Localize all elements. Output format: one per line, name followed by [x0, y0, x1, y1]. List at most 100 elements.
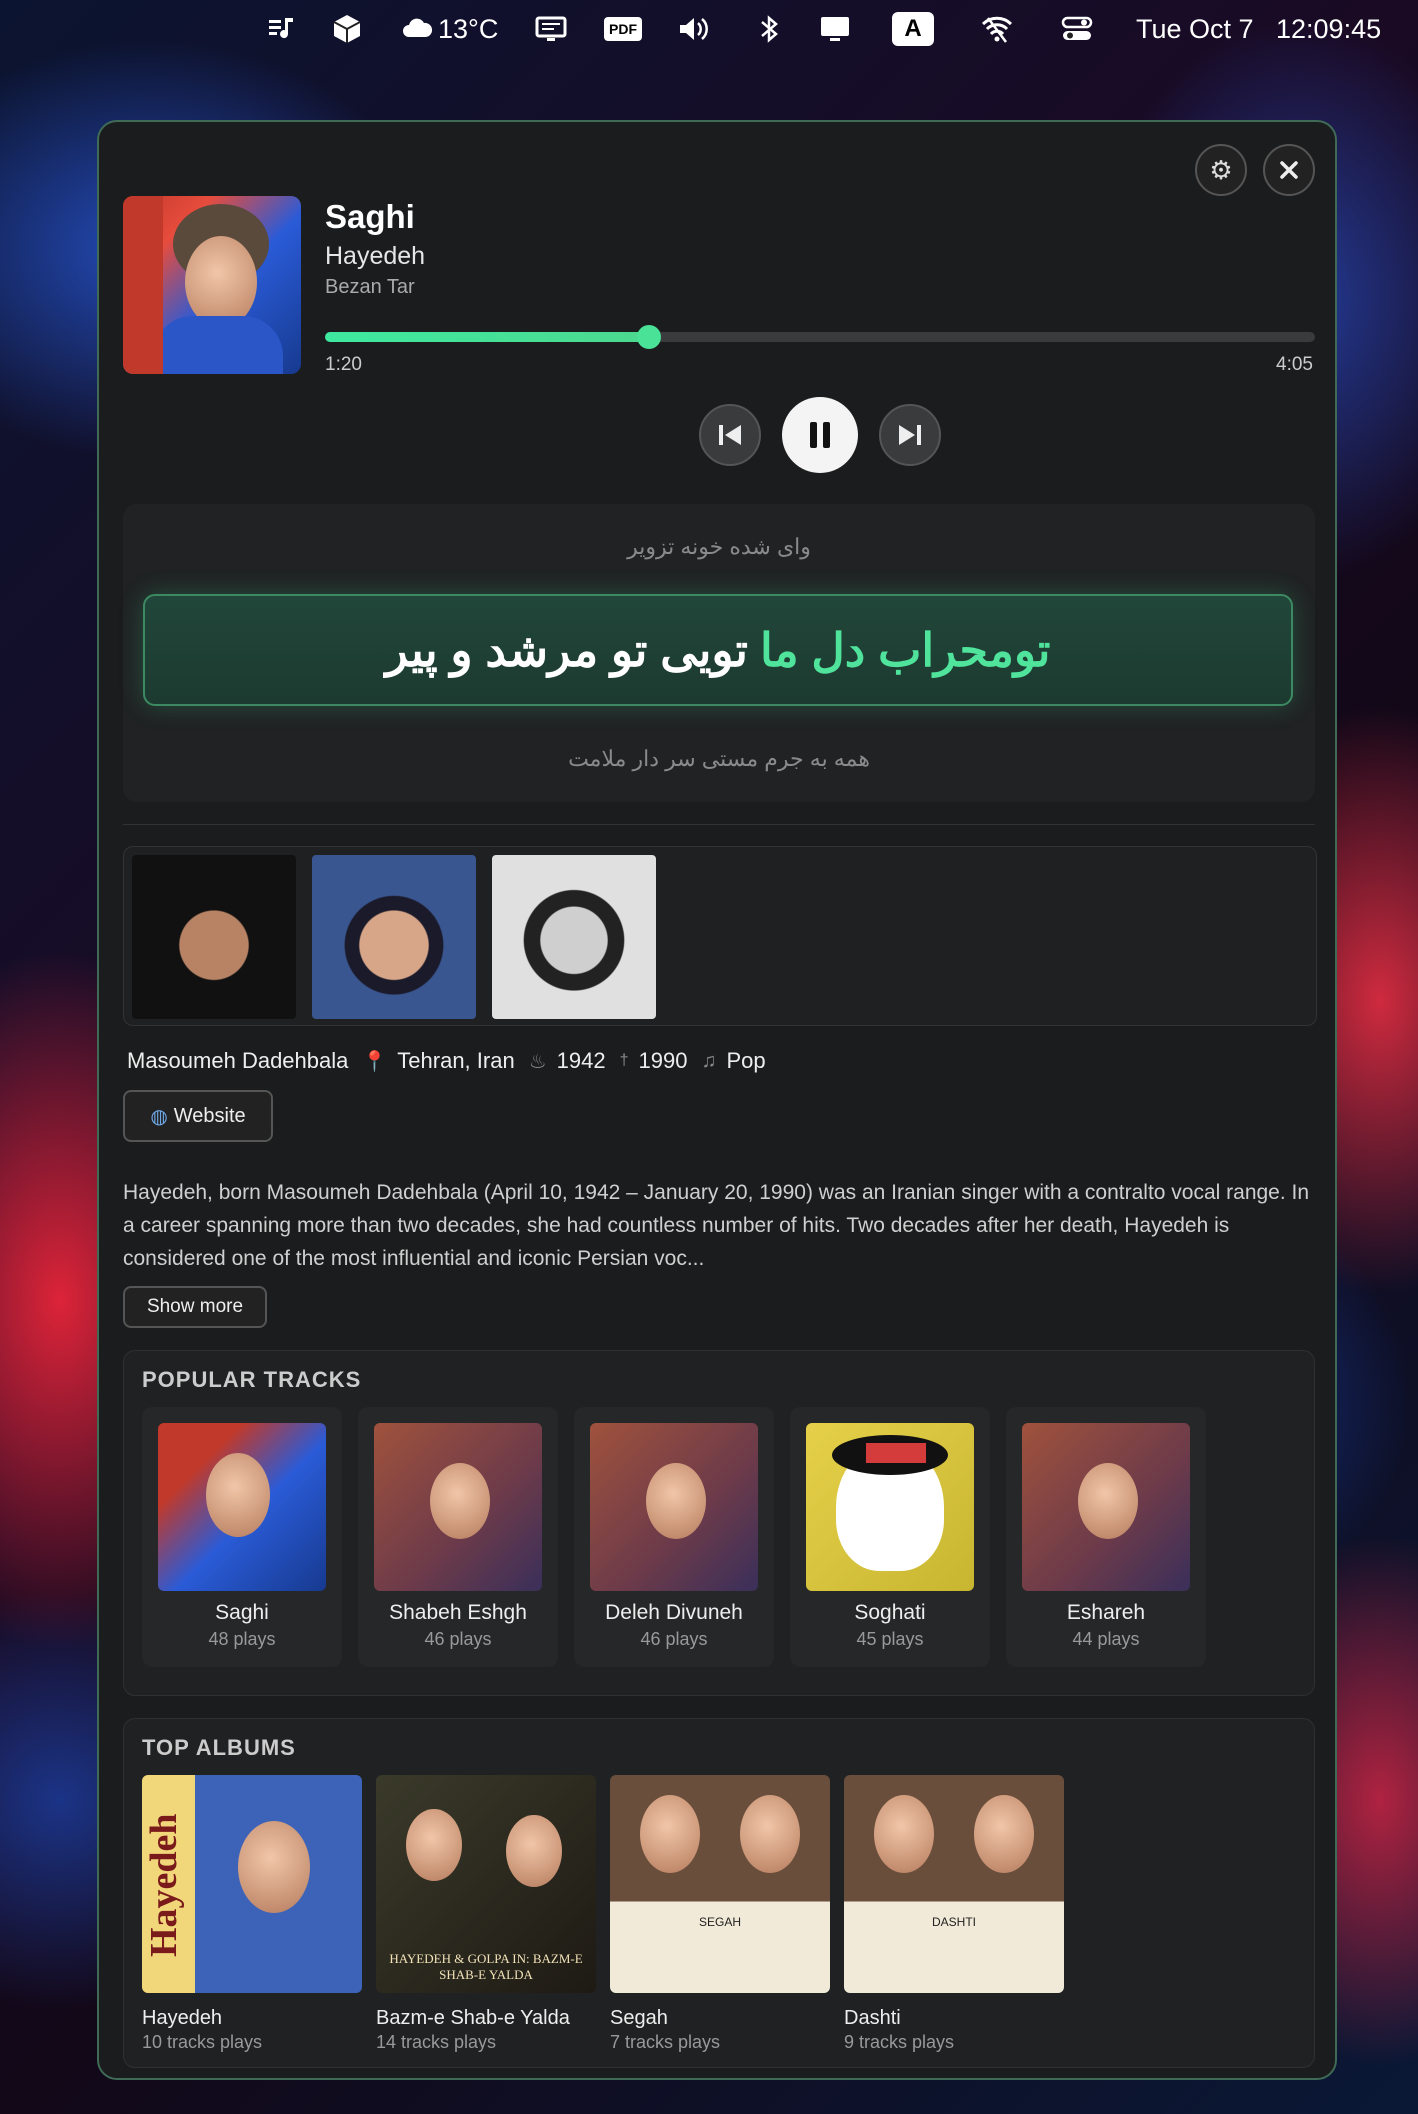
popular-tracks-heading: POPULAR TRACKS	[142, 1367, 362, 1392]
top-albums-heading: TOP ALBUMS	[142, 1735, 296, 1760]
volume-icon[interactable]	[676, 10, 710, 48]
progress-knob[interactable]	[636, 325, 661, 349]
track-plays: 46 plays	[640, 1629, 708, 1649]
popular-tracks-section: POPULAR TRACKS Saghi 48 plays Shabeh Esh…	[123, 1350, 1315, 1696]
track-artist[interactable]: Hayedeh	[325, 242, 425, 271]
album-name: Bazm-e Shab-e Yalda	[376, 2007, 570, 2029]
menu-bar: 13°C PDF A Tue Oct 7 12:09:45	[0, 0, 1418, 58]
cross-icon: †	[619, 1052, 629, 1069]
track-card[interactable]: Saghi 48 plays	[142, 1407, 342, 1667]
divider	[123, 824, 1315, 825]
bluetooth-icon[interactable]	[752, 10, 786, 48]
weather-widget[interactable]: 13°C	[400, 10, 498, 48]
weather-temp: 13°C	[438, 13, 499, 44]
album-art: DASHTI	[844, 1775, 1064, 1993]
track-plays: 44 plays	[1072, 1629, 1140, 1649]
globe-icon: ◍	[150, 1105, 168, 1128]
album-cover	[123, 196, 301, 374]
wifi-icon[interactable]	[980, 10, 1014, 48]
previous-button[interactable]	[699, 404, 761, 466]
artist-real-name: Masoumeh Dadehbala	[127, 1048, 349, 1073]
artist-photo[interactable]	[132, 855, 296, 1019]
duration-time: 4:05	[1276, 354, 1313, 375]
album-name: Dashti	[844, 2007, 901, 2029]
settings-button[interactable]: ⚙	[1195, 144, 1247, 196]
track-card[interactable]: Soghati 45 plays	[790, 1407, 990, 1667]
close-icon	[1280, 161, 1298, 179]
control-center-icon[interactable]	[1060, 10, 1094, 48]
cube-icon[interactable]	[330, 10, 364, 48]
menubar-date[interactable]: Tue Oct 7	[1136, 10, 1254, 48]
skip-back-icon	[719, 425, 741, 445]
location-pin-icon: 📍	[362, 1050, 388, 1073]
track-card[interactable]: Deleh Divuneh 46 plays	[574, 1407, 774, 1667]
album-card[interactable]: DASHTI Dashti 9 tracks plays	[844, 1775, 1064, 2053]
track-art	[374, 1423, 542, 1591]
track-card[interactable]: Eshareh 44 plays	[1006, 1407, 1206, 1667]
lyric-next[interactable]: همه به جرم مستی سر دار ملامت	[123, 746, 1315, 772]
track-name: Shabeh Eshgh	[389, 1601, 527, 1624]
menubar-clock[interactable]: 12:09:45	[1276, 10, 1381, 48]
close-button[interactable]	[1263, 144, 1315, 196]
music-icon[interactable]	[266, 10, 300, 48]
album-art: Hayedeh	[142, 1775, 362, 1993]
artist-bio: Hayedeh, born Masoumeh Dadehbala (April …	[123, 1181, 1310, 1270]
track-name: Eshareh	[1066, 1601, 1146, 1624]
track-plays: 46 plays	[424, 1629, 492, 1649]
lyrics-panel: وای شده خونه تزویر تومحراب دل ما تویی تو…	[123, 504, 1315, 802]
artist-photo[interactable]	[492, 855, 656, 1019]
elapsed-time: 1:20	[325, 354, 362, 375]
gear-icon: ⚙	[1209, 154, 1233, 185]
album-art: HAYEDEH & GOLPA IN: BAZM-E SHAB-E YALDA	[376, 1775, 596, 1993]
cloud-icon	[403, 18, 433, 37]
track-plays: 48 plays	[208, 1629, 276, 1649]
track-art	[1022, 1423, 1190, 1591]
track-art	[806, 1423, 974, 1591]
artist-photo[interactable]	[312, 855, 476, 1019]
album-card[interactable]: HAYEDEH & GOLPA IN: BAZM-E SHAB-E YALDA …	[376, 1775, 596, 2053]
input-source-icon[interactable]: A	[892, 10, 934, 48]
track-album[interactable]: Bezan Tar	[325, 276, 415, 299]
pdf-icon[interactable]: PDF	[604, 10, 642, 48]
lyric-current-highlight: تومحراب دل ما	[759, 624, 1051, 676]
artist-born: 1942	[556, 1048, 606, 1073]
music-note-icon: ♫	[701, 1049, 717, 1072]
show-more-button[interactable]: Show more	[123, 1286, 267, 1328]
track-art	[590, 1423, 758, 1591]
now-playing-panel: ⚙ Saghi Hayedeh Bezan Tar 1:20 4:05 وای …	[97, 120, 1337, 2080]
track-art	[158, 1423, 326, 1591]
birthday-cake-icon: ♨	[528, 1050, 547, 1073]
artist-genre: Pop	[726, 1048, 766, 1073]
lyric-previous[interactable]: وای شده خونه تزویر	[123, 534, 1315, 560]
artist-meta: Masoumeh Dadehbala 📍 Tehran, Iran ♨ 1942…	[127, 1044, 780, 1078]
track-card[interactable]: Shabeh Eshgh 46 plays	[358, 1407, 558, 1667]
album-art: SEGAH	[610, 1775, 830, 1993]
next-button[interactable]	[879, 404, 941, 466]
track-name: Soghati	[854, 1601, 926, 1624]
top-albums-section: TOP ALBUMS Hayedeh Hayedeh 10 tracks pla…	[123, 1718, 1315, 2068]
skip-forward-icon	[899, 425, 921, 445]
pause-button[interactable]	[782, 397, 858, 473]
progress-bar[interactable]	[325, 325, 1315, 349]
pause-icon	[810, 422, 830, 448]
display-icon[interactable]	[534, 10, 568, 48]
lyric-current[interactable]: تومحراب دل ما تویی تو مرشد و پیر	[143, 594, 1293, 706]
track-name: Deleh Divuneh	[605, 1601, 743, 1624]
track-plays: 45 plays	[856, 1629, 924, 1649]
screen-mirroring-icon[interactable]	[818, 10, 852, 48]
album-name: Hayedeh	[142, 2007, 223, 2029]
album-card[interactable]: SEGAH Segah 7 tracks plays	[610, 1775, 830, 2053]
artist-died: 1990	[638, 1048, 688, 1073]
album-cover-text: SEGAH	[698, 1915, 741, 1929]
album-tracks: 9 tracks plays	[844, 2032, 955, 2052]
progress-fill	[325, 332, 649, 342]
website-button[interactable]: ◍ Website	[123, 1090, 273, 1142]
album-card[interactable]: Hayedeh Hayedeh 10 tracks plays	[142, 1775, 362, 2053]
album-cover-text: HAYEDEH & GOLPA IN: BAZM-E SHAB-E YALDA	[389, 1951, 583, 1982]
album-name: Segah	[610, 2007, 668, 2029]
website-label: Website	[173, 1104, 246, 1127]
artist-photos	[123, 846, 1317, 1026]
lyric-current-rest: تویی تو مرشد و پیر	[385, 624, 748, 676]
album-tracks: 10 tracks plays	[142, 2032, 263, 2052]
album-cover-text: DASHTI	[931, 1915, 976, 1929]
